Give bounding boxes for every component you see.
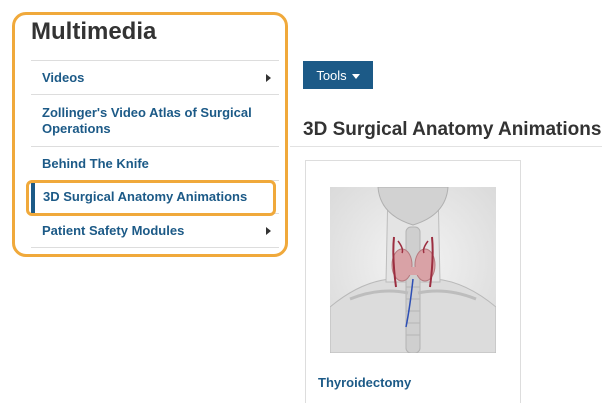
page: Multimedia Videos Zollinger's Video Atla… — [0, 0, 602, 403]
divider — [290, 146, 602, 147]
sidebar-item-label: 3D Surgical Anatomy Animations — [43, 189, 248, 204]
tools-dropdown-button[interactable]: Tools — [303, 61, 373, 89]
tools-label: Tools — [316, 67, 347, 83]
sidebar-item-label: Zollinger's Video Atlas of Surgical Oper… — [42, 104, 252, 136]
caret-down-icon — [351, 73, 360, 79]
sidebar-item-label: Behind The Knife — [42, 155, 149, 171]
animation-card[interactable]: Thyroidectomy — [305, 160, 521, 403]
sidebar-nav: Videos Zollinger's Video Atlas of Surgic… — [31, 60, 279, 248]
sidebar-item-label: Videos — [42, 69, 85, 85]
sidebar-item-zollinger[interactable]: Zollinger's Video Atlas of Surgical Oper… — [31, 95, 279, 147]
sidebar-item-patient-safety[interactable]: Patient Safety Modules — [31, 214, 279, 248]
chevron-right-icon — [266, 226, 271, 235]
card-title[interactable]: Thyroidectomy — [318, 375, 411, 390]
chevron-right-icon — [266, 73, 271, 82]
sidebar-item-label: Patient Safety Modules — [42, 222, 185, 238]
sidebar-item-3d-anatomy[interactable]: 3D Surgical Anatomy Animations — [31, 181, 279, 214]
sidebar-title: Multimedia — [31, 18, 157, 45]
neck-anatomy-thyroid-illustration[interactable] — [330, 187, 496, 353]
sidebar-item-videos[interactable]: Videos — [31, 61, 279, 95]
sidebar-item-behind-the-knife[interactable]: Behind The Knife — [31, 147, 279, 181]
section-title: 3D Surgical Anatomy Animations — [303, 119, 602, 140]
